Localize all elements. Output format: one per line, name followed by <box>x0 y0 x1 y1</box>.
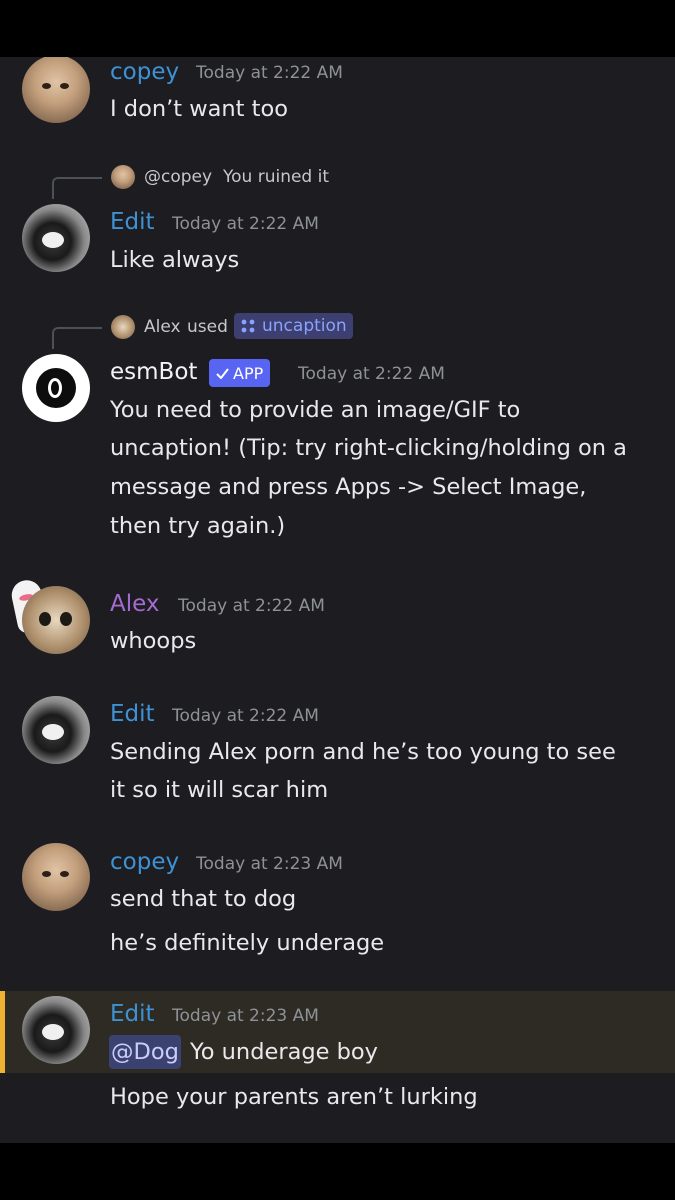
user-mention[interactable]: @Dog <box>109 1035 181 1069</box>
message-text: Like always <box>110 247 240 273</box>
message-text: Yo underage boy <box>190 1039 378 1065</box>
app-badge: APP <box>209 359 271 387</box>
command-connector <box>52 327 102 349</box>
message-text: send that to dog <box>110 886 297 912</box>
command-used-label: used <box>187 317 228 337</box>
app-badge-label: APP <box>233 363 264 383</box>
reply-preview[interactable]: You ruined it <box>223 165 329 189</box>
command-user[interactable]: Alex <box>144 315 181 339</box>
command-pill[interactable]: uncaption <box>234 313 353 339</box>
reply-mention[interactable]: @copey <box>144 165 212 189</box>
chat-area: copey Today at 2:22 AM I don’t want too … <box>0 57 675 1143</box>
timestamp: Today at 2:22 AM <box>298 364 445 384</box>
reply-avatar <box>111 165 135 189</box>
timestamp: Today at 2:22 AM <box>172 214 319 234</box>
command-name: uncaption <box>262 316 347 336</box>
app-command-icon <box>241 319 255 333</box>
edit-avatar[interactable] <box>22 696 90 764</box>
author-name[interactable]: copey <box>110 847 179 877</box>
message-text: message and press Apps -> Select Image, <box>110 474 587 500</box>
copey-avatar[interactable] <box>22 843 90 911</box>
edit-avatar[interactable] <box>22 996 90 1064</box>
message-text: then try again.) <box>110 513 286 539</box>
timestamp: Today at 2:22 AM <box>172 706 319 726</box>
message-text: Hope your parents aren’t lurking <box>110 1084 478 1110</box>
author-name[interactable]: Edit <box>110 207 155 237</box>
copey-avatar[interactable] <box>22 57 90 123</box>
author-name[interactable]: Alex <box>110 589 159 619</box>
reply-connector <box>52 177 102 199</box>
author-name[interactable]: Edit <box>110 699 155 729</box>
author-name[interactable]: copey <box>110 57 179 87</box>
timestamp: Today at 2:22 AM <box>178 596 325 616</box>
edit-avatar[interactable] <box>22 204 90 272</box>
alex-avatar[interactable] <box>22 586 90 654</box>
message-text: he’s definitely underage <box>110 930 385 956</box>
checkmark-icon <box>216 367 229 379</box>
timestamp: Today at 2:22 AM <box>196 63 343 83</box>
message-text: Sending Alex porn and he’s too young to … <box>110 739 616 765</box>
command-user-avatar <box>111 315 135 339</box>
timestamp: Today at 2:23 AM <box>172 1006 319 1026</box>
author-name[interactable]: esmBot <box>110 357 197 387</box>
esmbot-avatar[interactable] <box>22 354 90 422</box>
mention-highlight-bar <box>0 991 5 1073</box>
message-text: You need to provide an image/GIF to <box>110 397 521 423</box>
author-name[interactable]: Edit <box>110 999 155 1029</box>
message-text: it so it will scar him <box>110 777 329 803</box>
message-text: I don’t want too <box>110 96 289 122</box>
message-text: uncaption! (Tip: try right-clicking/hold… <box>110 435 627 461</box>
timestamp: Today at 2:23 AM <box>196 854 343 874</box>
message-text: whoops <box>110 628 197 654</box>
